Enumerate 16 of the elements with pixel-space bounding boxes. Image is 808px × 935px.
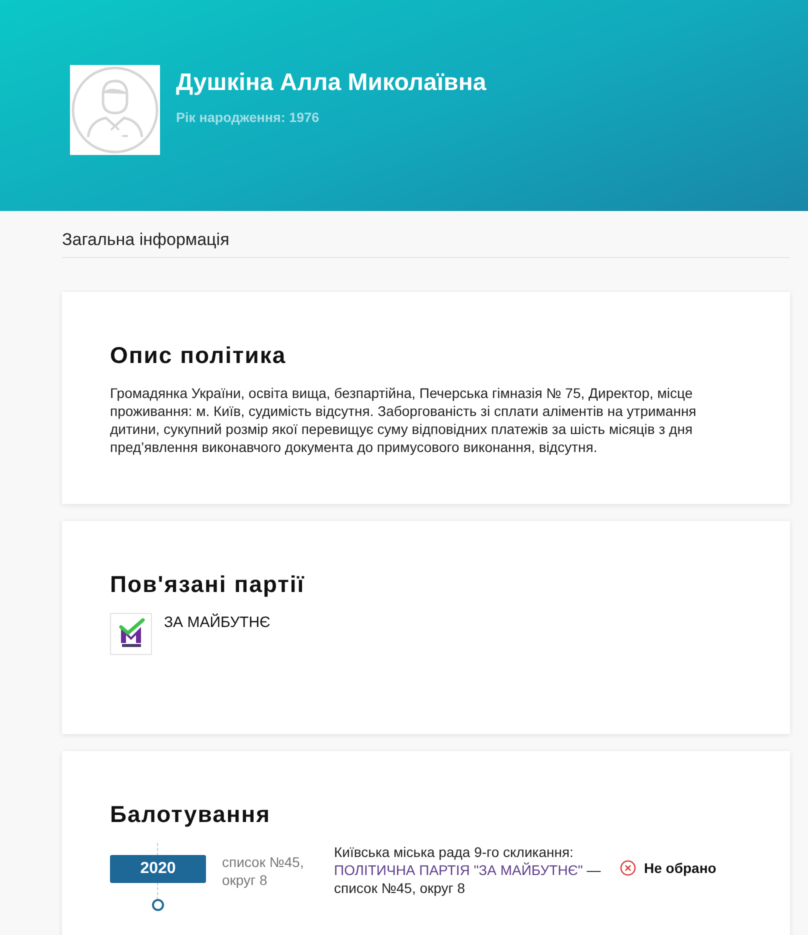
year-badge: 2020 <box>110 855 206 883</box>
description-text: Громадянка України, освіта вища, безпартійна, Печерська гімназія № 75, Директор, місце проживання: м. Київ, судимість відсутня. Заборгованість зі сплати аліментів на утримання дитини, сукупний розмір якої перевищує суму відповідних платежів за шість місяців з дня пред’явлення виконавчого документа до примусового виконання, відсутня. <box>110 384 698 456</box>
logo-icon <box>110 613 152 655</box>
section-title: Загальна інформація <box>62 229 790 258</box>
card-title: Опис політика <box>110 341 288 370</box>
party-name[interactable]: ЗА МАЙБУТНЄ <box>164 613 270 633</box>
list-number: список №45, округ 8 <box>222 853 305 889</box>
result-text: Не обрано <box>644 860 716 876</box>
person-name: Душкіна Алла Миколаївна <box>176 68 486 98</box>
card-title: Балотування <box>110 800 272 829</box>
timeline-dot-icon <box>152 899 164 911</box>
election-description: Київська міська рада 9-го скликання: ПОЛІТИЧНА ПАРТІЯ "ЗА МАЙБУТНЄ" — список №45, округ 8 <box>334 843 602 897</box>
birth-year: Рік народження: 1976 <box>176 110 320 125</box>
card-title: Пов'язані партії <box>110 570 306 599</box>
avatar-icon <box>70 65 160 155</box>
party-link[interactable]: ПОЛІТИЧНА ПАРТІЯ "ЗА МАЙБУТНЄ" <box>334 862 583 878</box>
